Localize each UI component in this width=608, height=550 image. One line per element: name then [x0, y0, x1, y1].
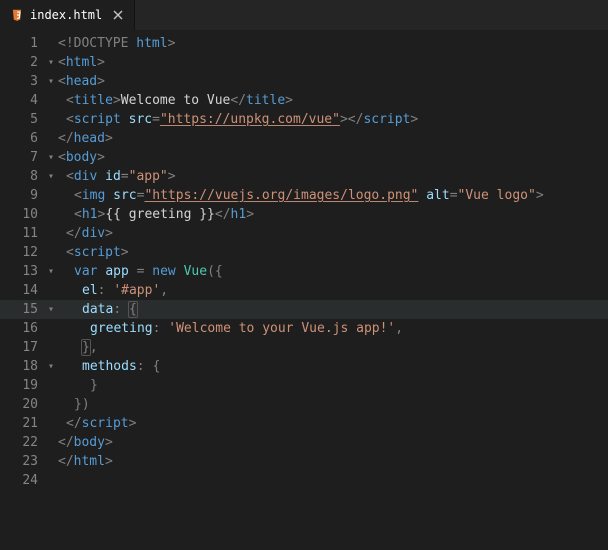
tab-filename: index.html: [30, 8, 102, 22]
code-line[interactable]: 14 el: '#app',: [0, 281, 608, 300]
code-content: <script src="https://unpkg.com/vue"></sc…: [58, 110, 608, 129]
line-number: 3: [0, 72, 44, 91]
code-line[interactable]: 24: [0, 471, 608, 490]
line-number: 13: [0, 262, 44, 281]
code-content: },: [58, 338, 608, 357]
fold-toggle[interactable]: ▾: [44, 357, 58, 376]
line-number: 19: [0, 376, 44, 395]
code-content: </html>: [58, 452, 608, 471]
tab-index-html[interactable]: index.html: [0, 0, 135, 30]
code-line[interactable]: 15 ▾ data: {: [0, 300, 608, 319]
code-content: <script>: [58, 243, 608, 262]
line-number: 22: [0, 433, 44, 452]
code-line[interactable]: 7 ▾ <body>: [0, 148, 608, 167]
line-number: 7: [0, 148, 44, 167]
line-number: 12: [0, 243, 44, 262]
code-line[interactable]: 8 ▾ <div id="app">: [0, 167, 608, 186]
code-content: <img src="https://vuejs.org/images/logo.…: [58, 186, 608, 205]
code-line[interactable]: 3 ▾ <head>: [0, 72, 608, 91]
line-number: 14: [0, 281, 44, 300]
tab-bar: index.html: [0, 0, 608, 30]
fold-toggle[interactable]: ▾: [44, 167, 58, 186]
code-content: var app = new Vue({: [58, 262, 608, 281]
code-line[interactable]: 6 </head>: [0, 129, 608, 148]
line-number: 15: [0, 300, 44, 319]
code-content: <head>: [58, 72, 608, 91]
code-content: data: {: [58, 300, 608, 319]
code-content: }: [58, 376, 608, 395]
line-number: 2: [0, 53, 44, 72]
code-line[interactable]: 5 <script src="https://unpkg.com/vue"></…: [0, 110, 608, 129]
line-number: 23: [0, 452, 44, 471]
fold-toggle[interactable]: ▾: [44, 262, 58, 281]
line-number: 8: [0, 167, 44, 186]
fold-toggle[interactable]: ▾: [44, 53, 58, 72]
fold-toggle[interactable]: ▾: [44, 300, 58, 319]
code-line[interactable]: 9 <img src="https://vuejs.org/images/log…: [0, 186, 608, 205]
code-content: </head>: [58, 129, 608, 148]
line-number: 6: [0, 129, 44, 148]
code-content: </body>: [58, 433, 608, 452]
code-line[interactable]: 19 }: [0, 376, 608, 395]
code-line[interactable]: 2 ▾ <html>: [0, 53, 608, 72]
code-content: el: '#app',: [58, 281, 608, 300]
line-number: 20: [0, 395, 44, 414]
code-line[interactable]: 13 ▾ var app = new Vue({: [0, 262, 608, 281]
code-line[interactable]: 22 </body>: [0, 433, 608, 452]
code-content: greeting: 'Welcome to your Vue.js app!',: [58, 319, 608, 338]
code-content: }): [58, 395, 608, 414]
code-line[interactable]: 1 <!DOCTYPE html>: [0, 34, 608, 53]
code-line[interactable]: 16 greeting: 'Welcome to your Vue.js app…: [0, 319, 608, 338]
code-line[interactable]: 18 ▾ methods: {: [0, 357, 608, 376]
code-content: <!DOCTYPE html>: [58, 34, 608, 53]
code-content: </script>: [58, 414, 608, 433]
code-line[interactable]: 20 }): [0, 395, 608, 414]
code-content: methods: {: [58, 357, 608, 376]
fold-toggle[interactable]: ▾: [44, 148, 58, 167]
line-number: 5: [0, 110, 44, 129]
code-content: <title>Welcome to Vue</title>: [58, 91, 608, 110]
code-line[interactable]: 21 </script>: [0, 414, 608, 433]
line-number: 21: [0, 414, 44, 433]
code-line[interactable]: 10 <h1>{{ greeting }}</h1>: [0, 205, 608, 224]
code-editor[interactable]: 1 <!DOCTYPE html> 2 ▾ <html> 3 ▾ <head> …: [0, 30, 608, 490]
code-line[interactable]: 11 </div>: [0, 224, 608, 243]
code-content: <h1>{{ greeting }}</h1>: [58, 205, 608, 224]
line-number: 16: [0, 319, 44, 338]
code-line[interactable]: 17 },: [0, 338, 608, 357]
code-line[interactable]: 23 </html>: [0, 452, 608, 471]
code-content: <div id="app">: [58, 167, 608, 186]
line-number: 1: [0, 34, 44, 53]
code-content: <body>: [58, 148, 608, 167]
code-line[interactable]: 4 <title>Welcome to Vue</title>: [0, 91, 608, 110]
line-number: 11: [0, 224, 44, 243]
line-number: 17: [0, 338, 44, 357]
line-number: 10: [0, 205, 44, 224]
html-file-icon: [10, 8, 24, 22]
line-number: 9: [0, 186, 44, 205]
line-number: 24: [0, 471, 44, 490]
line-number: 4: [0, 91, 44, 110]
line-number: 18: [0, 357, 44, 376]
code-content: <html>: [58, 53, 608, 72]
fold-toggle[interactable]: ▾: [44, 72, 58, 91]
code-line[interactable]: 12 <script>: [0, 243, 608, 262]
code-content: </div>: [58, 224, 608, 243]
close-icon[interactable]: [108, 9, 124, 21]
